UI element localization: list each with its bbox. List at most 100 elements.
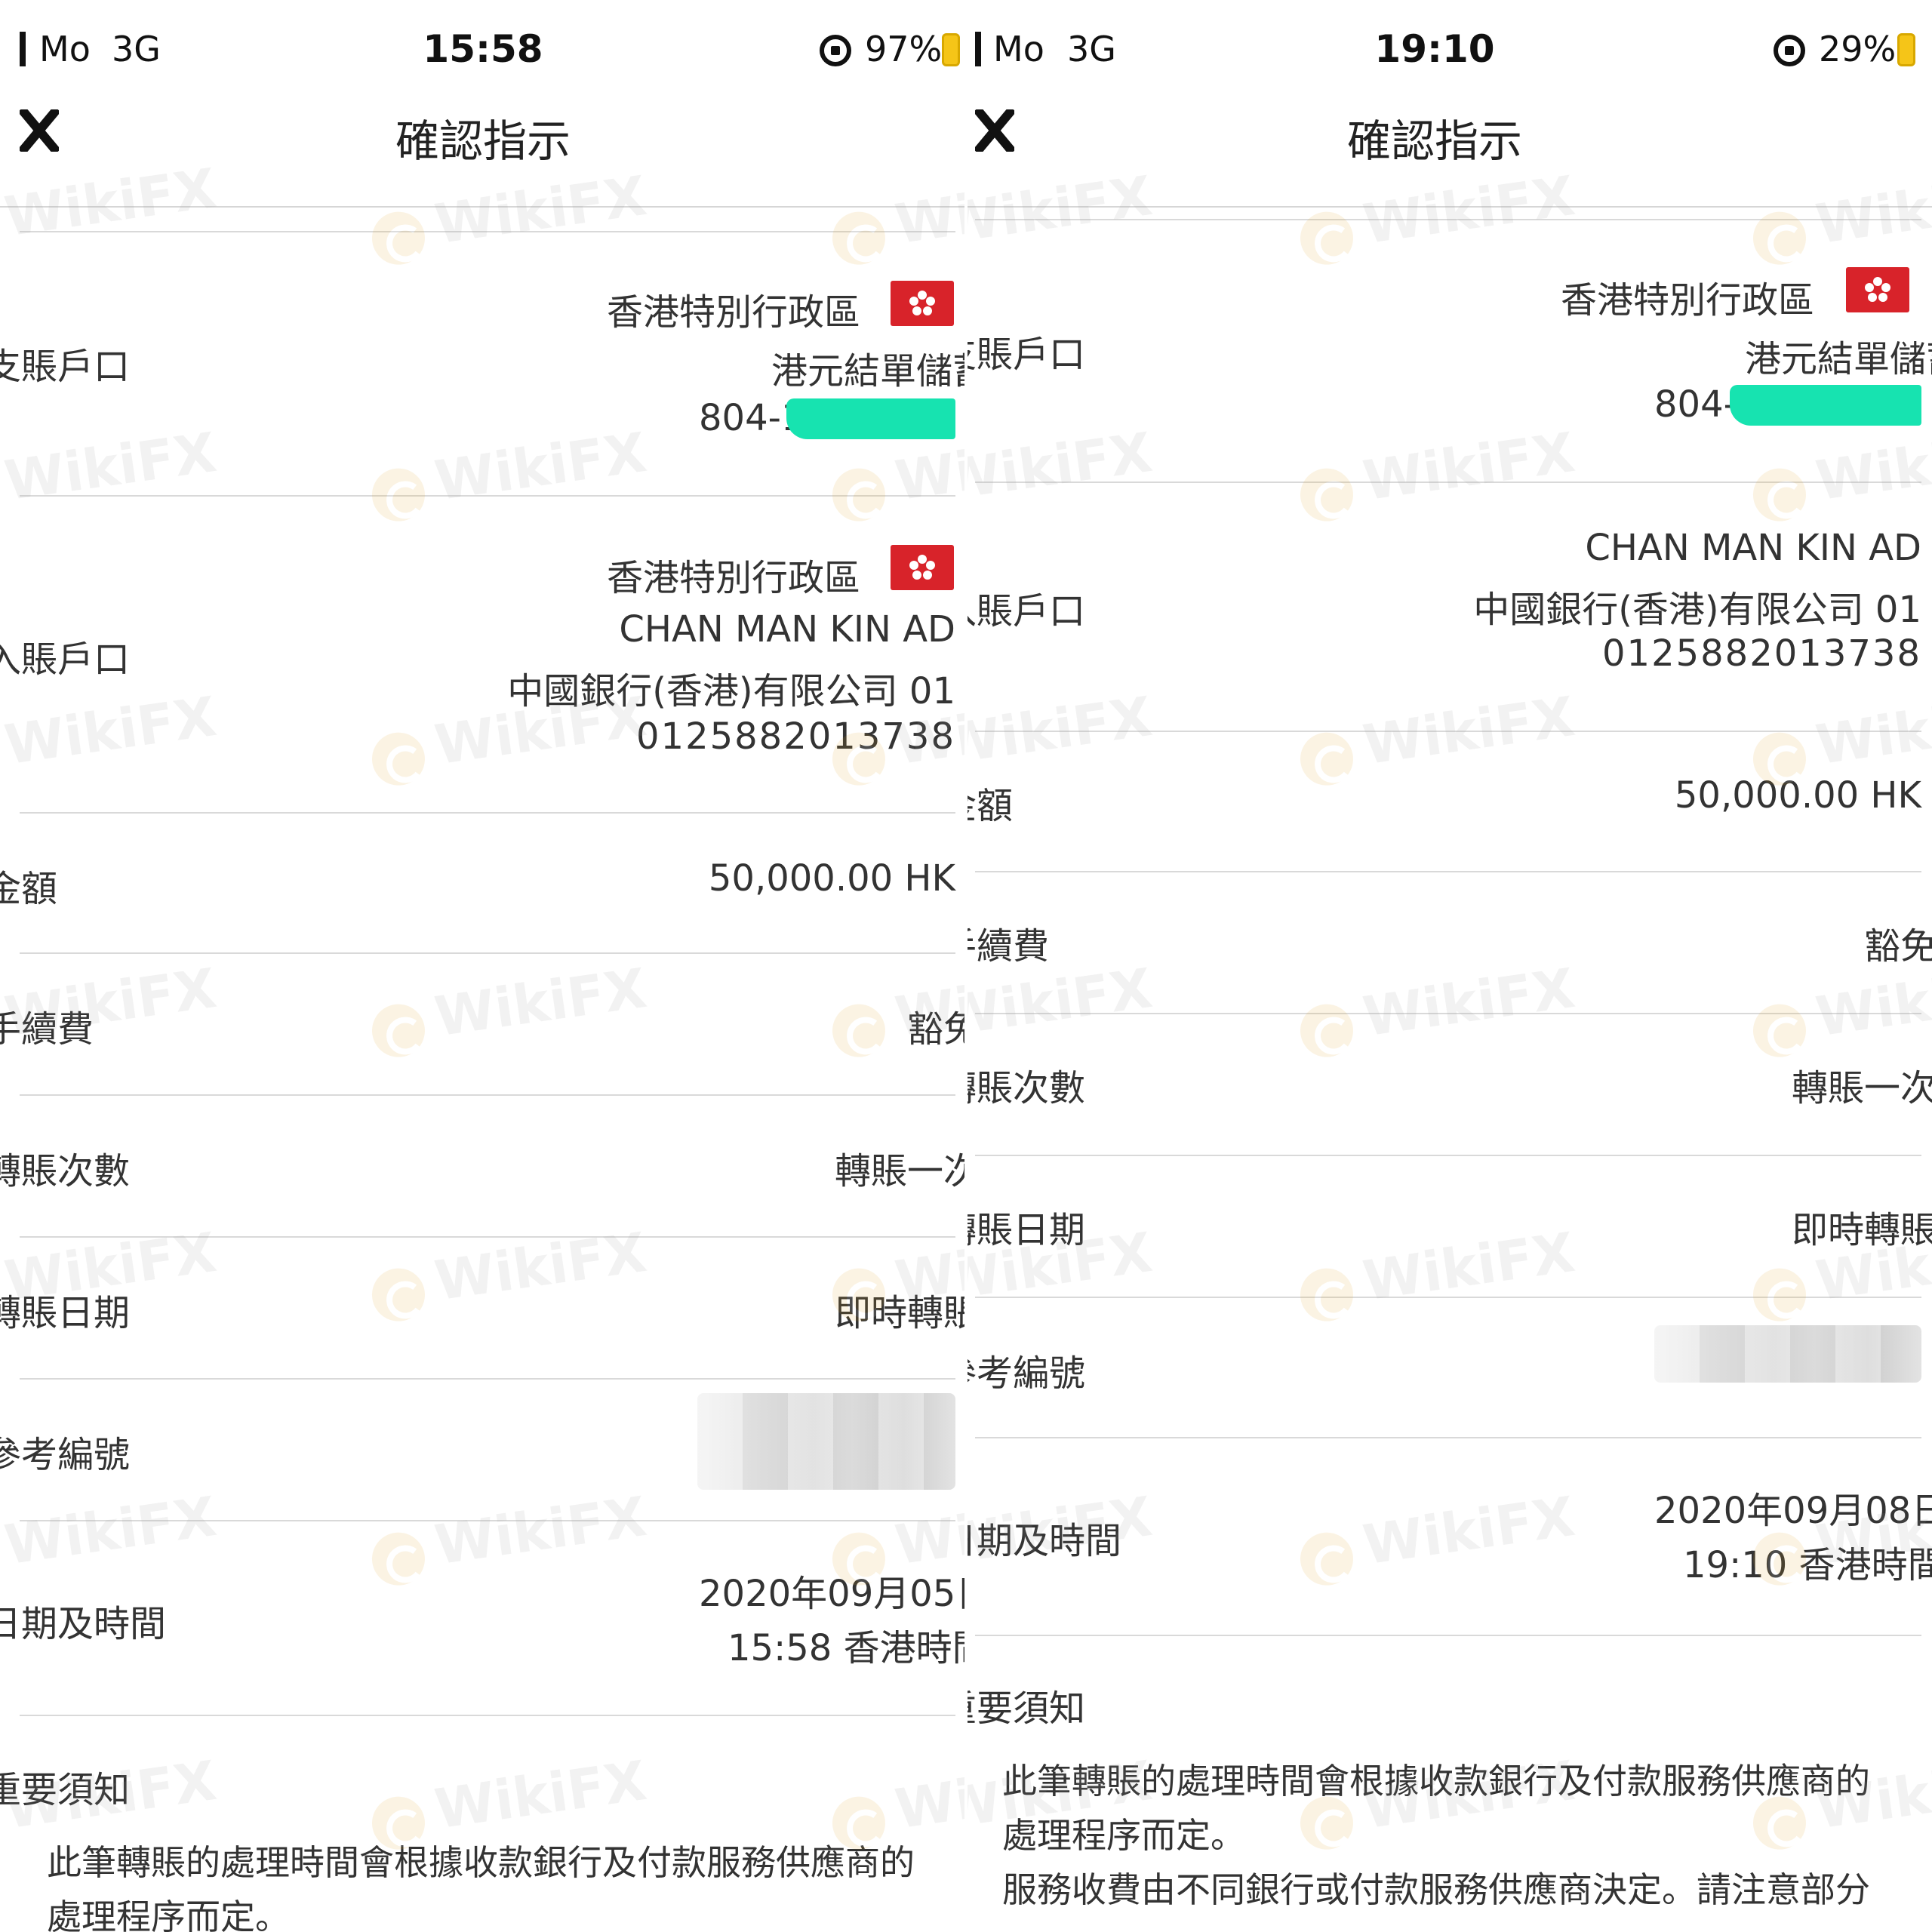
frequency-label: 轉賬次數	[0, 1150, 131, 1192]
watermark-text: WikiFX	[1359, 1220, 1579, 1313]
to-account-bank: 中國銀行(香港)有限公司 01	[507, 670, 955, 712]
watermark: WikiFX	[1294, 956, 1578, 1061]
from-account-label: 支賬戶口	[0, 346, 131, 388]
watermark: WikiFX	[1294, 420, 1578, 525]
wikifx-logo-icon	[368, 1265, 429, 1325]
battery-percent: 97%	[865, 29, 943, 69]
page-title: 確認指示	[395, 115, 571, 167]
amount-label: 金額	[966, 785, 1014, 827]
watermark-text: WikiFX	[1, 1484, 220, 1577]
wikifx-logo-icon	[829, 1001, 889, 1061]
battery-icon	[1897, 33, 1915, 66]
watermark: WikiFX	[966, 420, 1155, 523]
watermark-text: WikiFX	[431, 1220, 651, 1313]
divider	[975, 1635, 1921, 1636]
wikifx-logo-icon	[1297, 1265, 1357, 1325]
divider	[975, 1297, 1921, 1298]
battery-icon	[942, 33, 960, 66]
orientation-lock-icon	[820, 35, 851, 66]
watermark-text: WikiFX	[1812, 420, 1932, 513]
hk-flag-icon	[891, 545, 954, 590]
datetime-time: 15:58 香港時間	[728, 1627, 966, 1669]
notice-line-2: 處理程序而定。	[1002, 1815, 1245, 1856]
datetime-label: 日期及時間	[0, 1603, 167, 1645]
notice-line-1: 此筆轉賬的處理時間會根據收款銀行及付款服務供應商的	[1002, 1761, 1870, 1801]
hk-flag-icon	[891, 281, 954, 326]
wikifx-logo-icon	[1297, 1529, 1357, 1589]
watermark: WikiFX	[1747, 685, 1932, 789]
watermark: WikiFX	[0, 420, 220, 523]
wikifx-logo-icon	[1297, 208, 1357, 269]
divider	[975, 481, 1921, 483]
watermark-text: WikiFX	[891, 1748, 966, 1841]
amount-label: 金額	[0, 868, 58, 910]
watermark-text: WikiFX	[1359, 420, 1579, 513]
divider	[20, 1094, 955, 1096]
watermark-text: WikiFX	[966, 420, 1156, 513]
from-account-label: 支賬戶口	[966, 334, 1086, 376]
divider	[975, 219, 1921, 220]
to-account-region: 香港特別行政區	[606, 557, 860, 599]
notice-line-1: 此筆轉賬的處理時間會根據收款銀行及付款服務供應商的	[47, 1842, 915, 1883]
to-account-number: 0125882013738	[1601, 632, 1921, 675]
watermark-text: WikiFX	[431, 955, 651, 1049]
wikifx-logo-icon	[1297, 729, 1357, 789]
from-account-type: 港元結單儲蓄	[1744, 338, 1932, 380]
to-account-label: 入賬戶口	[966, 590, 1086, 632]
notice-line-3: 服務收費由不同銀行或付款服務供應商決定。請注意部分	[1002, 1869, 1870, 1910]
notice-label: 重要須知	[966, 1687, 1086, 1730]
watermark-text: WikiFX	[431, 1484, 651, 1577]
page-title: 確認指示	[1346, 115, 1522, 167]
watermark-text: WikiFX	[1359, 955, 1579, 1049]
watermark-text: WikiFX	[891, 1484, 966, 1577]
transfer-date-value: 即時轉賬	[1792, 1209, 1932, 1251]
screenshot-seam	[964, 0, 968, 1932]
to-account-number: 0125882013738	[635, 715, 955, 758]
divider	[975, 871, 1921, 872]
wikifx-logo-icon	[368, 208, 429, 269]
fee-label: 手續費	[0, 1008, 94, 1051]
notice-label: 重要須知	[0, 1769, 131, 1811]
redacted-reference	[697, 1393, 955, 1490]
phone-screen-left: Mo 3G 15:58 97% 確認指示 支賬戶口 香港特別行政區 港元結單儲蓄…	[0, 0, 966, 1932]
datetime-date: 2020年09月05日	[699, 1573, 966, 1615]
divider	[975, 1437, 1921, 1438]
fee-value: 豁免	[1864, 925, 1932, 968]
watermark-text: WikiFX	[431, 1748, 651, 1841]
divider	[20, 952, 955, 954]
watermark-text: WikiFX	[966, 955, 1156, 1049]
status-bar: Mo 3G 19:10 29%	[966, 0, 1932, 91]
datetime-time: 19:10 香港時間	[1683, 1544, 1932, 1586]
wikifx-logo-icon	[1297, 1001, 1357, 1061]
fee-label: 手續費	[966, 925, 1050, 968]
watermark: WikiFX	[1294, 1220, 1578, 1325]
divider	[20, 495, 955, 497]
watermark-text: WikiFX	[431, 420, 651, 513]
frequency-label: 轉賬次數	[966, 1067, 1086, 1109]
divider	[975, 1013, 1921, 1014]
watermark: WikiFX	[0, 1484, 220, 1587]
reference-label: 參考編號	[966, 1352, 1086, 1395]
divider	[20, 1236, 955, 1238]
status-bar: Mo 3G 15:58 97%	[0, 0, 966, 91]
wikifx-logo-icon	[368, 729, 429, 789]
watermark-text: WikiFX	[1812, 955, 1932, 1049]
divider	[20, 812, 955, 814]
watermark-text: WikiFX	[1359, 1484, 1579, 1577]
from-account-region: 香港特別行政區	[1560, 279, 1814, 321]
battery-percent: 29%	[1819, 29, 1897, 69]
wikifx-logo-icon	[1749, 208, 1810, 269]
fee-value: 豁免	[907, 1008, 966, 1051]
divider	[20, 231, 955, 232]
watermark: WikiFX	[1747, 420, 1932, 525]
wikifx-logo-icon	[1749, 1265, 1810, 1325]
wikifx-logo-icon	[368, 1529, 429, 1589]
hk-flag-icon	[1846, 267, 1909, 312]
amount-value: 50,000.00 HK	[708, 857, 955, 900]
frequency-value: 轉賬一次	[835, 1150, 966, 1192]
wikifx-logo-icon	[1749, 465, 1810, 525]
orientation-lock-icon	[1774, 35, 1805, 66]
watermark: WikiFX	[0, 685, 220, 787]
frequency-value: 轉賬一次	[1792, 1067, 1932, 1109]
phone-screen-right: Mo 3G 19:10 29% 確認指示 支賬戶口 香港特別行政區 港元結單儲蓄…	[966, 0, 1932, 1932]
